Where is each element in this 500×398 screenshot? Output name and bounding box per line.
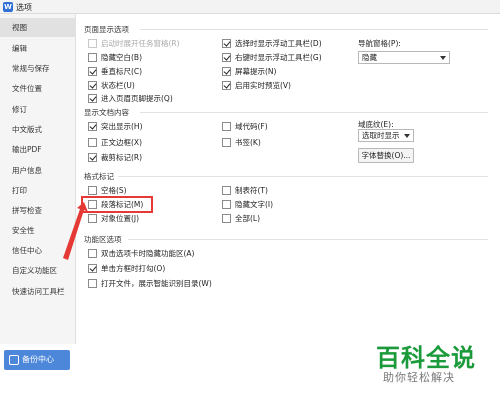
sidebar-item-view[interactable]: 视图 [0,18,76,37]
sidebar-item-general-save[interactable]: 常规与保存 [0,59,76,78]
checkbox-box [222,186,231,195]
option-label: 裁剪标记(R) [101,153,143,162]
sidebar-item-edit[interactable]: 编辑 [0,39,76,58]
sidebar-item-revisions[interactable]: 修订 [0,100,76,119]
checkbox-box [222,214,231,223]
sidebar: 视图 编辑 常规与保存 文件位置 修订 中文版式 输出PDF 用户信息 打印 拼… [0,14,76,344]
watermark-subtitle: 助你轻松解决 [383,371,455,384]
option-label: 双击选项卡时隐藏功能区(A) [101,249,195,258]
checkbox-box-checked [222,53,231,62]
font-replace-button[interactable]: 字体替换(O)... [358,148,414,163]
sidebar-item-export-pdf[interactable]: 输出PDF [0,140,76,159]
checkbox-box-checked [88,122,97,131]
checkbox-box [88,53,97,62]
backup-center-button[interactable]: 备份中心 [4,350,70,370]
section-divider [118,176,488,177]
sidebar-item-quick-access-toolbar[interactable]: 快速访问工具栏 [0,282,76,301]
sidebar-item-chinese-layout[interactable]: 中文版式 [0,120,76,139]
option-label: 进入页眉页脚提示(Q) [101,94,173,103]
option-label: 书签(K) [235,138,261,147]
sidebar-item-file-locations[interactable]: 文件位置 [0,79,76,98]
checkbox-box [222,138,231,147]
section-title-doc-content: 显示文档内容 [84,108,129,117]
option-label: 正文边框(X) [101,138,142,147]
option-label: 状态栏(U) [101,81,135,90]
option-label: 单击方框时打勾(O) [101,264,166,273]
option-label: 全部(L) [235,214,261,223]
checkbox-box-checked [88,264,97,273]
nav-pane-select[interactable]: 隐藏 [358,51,450,64]
option-label: 对象位置(J) [101,214,140,223]
nav-pane-label: 导航窗格(P): [358,39,401,48]
option-label: 垂直标尺(C) [101,67,143,76]
sidebar-item-print[interactable]: 打印 [0,181,76,200]
nav-pane-value: 隐藏 [362,53,377,62]
option-label: 启用实时预览(V) [235,81,291,90]
backup-icon [9,355,19,365]
app-icon: W [3,2,13,12]
option-label: 打开文件，展示智能识别目录(W) [101,279,212,288]
annotation-arrow [63,202,88,260]
checkbox-box-checked [222,81,231,90]
sidebar-item-customize-ribbon[interactable]: 自定义功能区 [0,261,76,280]
checkbox-box [88,186,97,195]
option-label: 隐藏空白(B) [101,53,142,62]
field-shading-select[interactable]: 选取时显示 [358,129,414,142]
checkbox-box-checked [88,94,97,103]
option-label: 屏幕提示(N) [235,67,277,76]
section-divider [140,112,488,113]
annotation-highlight-box [81,196,153,213]
checkbox-box [88,138,97,147]
option-label: 域代码(F) [235,122,268,131]
section-title-format-marks: 格式标记 [84,172,114,181]
section-title-page-display: 页面显示选项 [84,25,129,34]
option-label: 制表符(T) [235,186,268,195]
option-label: 突出显示(H) [101,122,143,131]
option-label: 隐藏文字(I) [235,200,274,209]
checkbox-box-checked [88,81,97,90]
watermark-title: 百科全说 [376,344,476,372]
checkbox-box [222,122,231,131]
chevron-down-icon [440,56,446,60]
checkbox-box-checked [88,67,97,76]
window-title: 选项 [16,3,32,12]
checkbox-box-checked [222,39,231,48]
annotation-arrow-shape [63,202,88,260]
section-divider [140,29,488,30]
option-label: 右键时显示浮动工具栏(G) [235,53,322,62]
checkbox-box [88,279,97,288]
option-label: 选择时显示浮动工具栏(D) [235,39,322,48]
backup-center-label: 备份中心 [22,355,54,364]
checkbox-box [222,200,231,209]
checkbox-box-checked [88,153,97,162]
section-divider [128,239,488,240]
checkbox-box [88,39,97,48]
option-label: 空格(S) [101,186,127,195]
chevron-down-icon [404,134,410,138]
field-shading-value: 选取时显示 [362,131,400,140]
title-bar: W 选项 [0,0,500,14]
option-label: 启动时展开任务窗格(R) [101,39,180,48]
sidebar-item-user-info[interactable]: 用户信息 [0,161,76,180]
checkbox-box-checked [222,67,231,76]
